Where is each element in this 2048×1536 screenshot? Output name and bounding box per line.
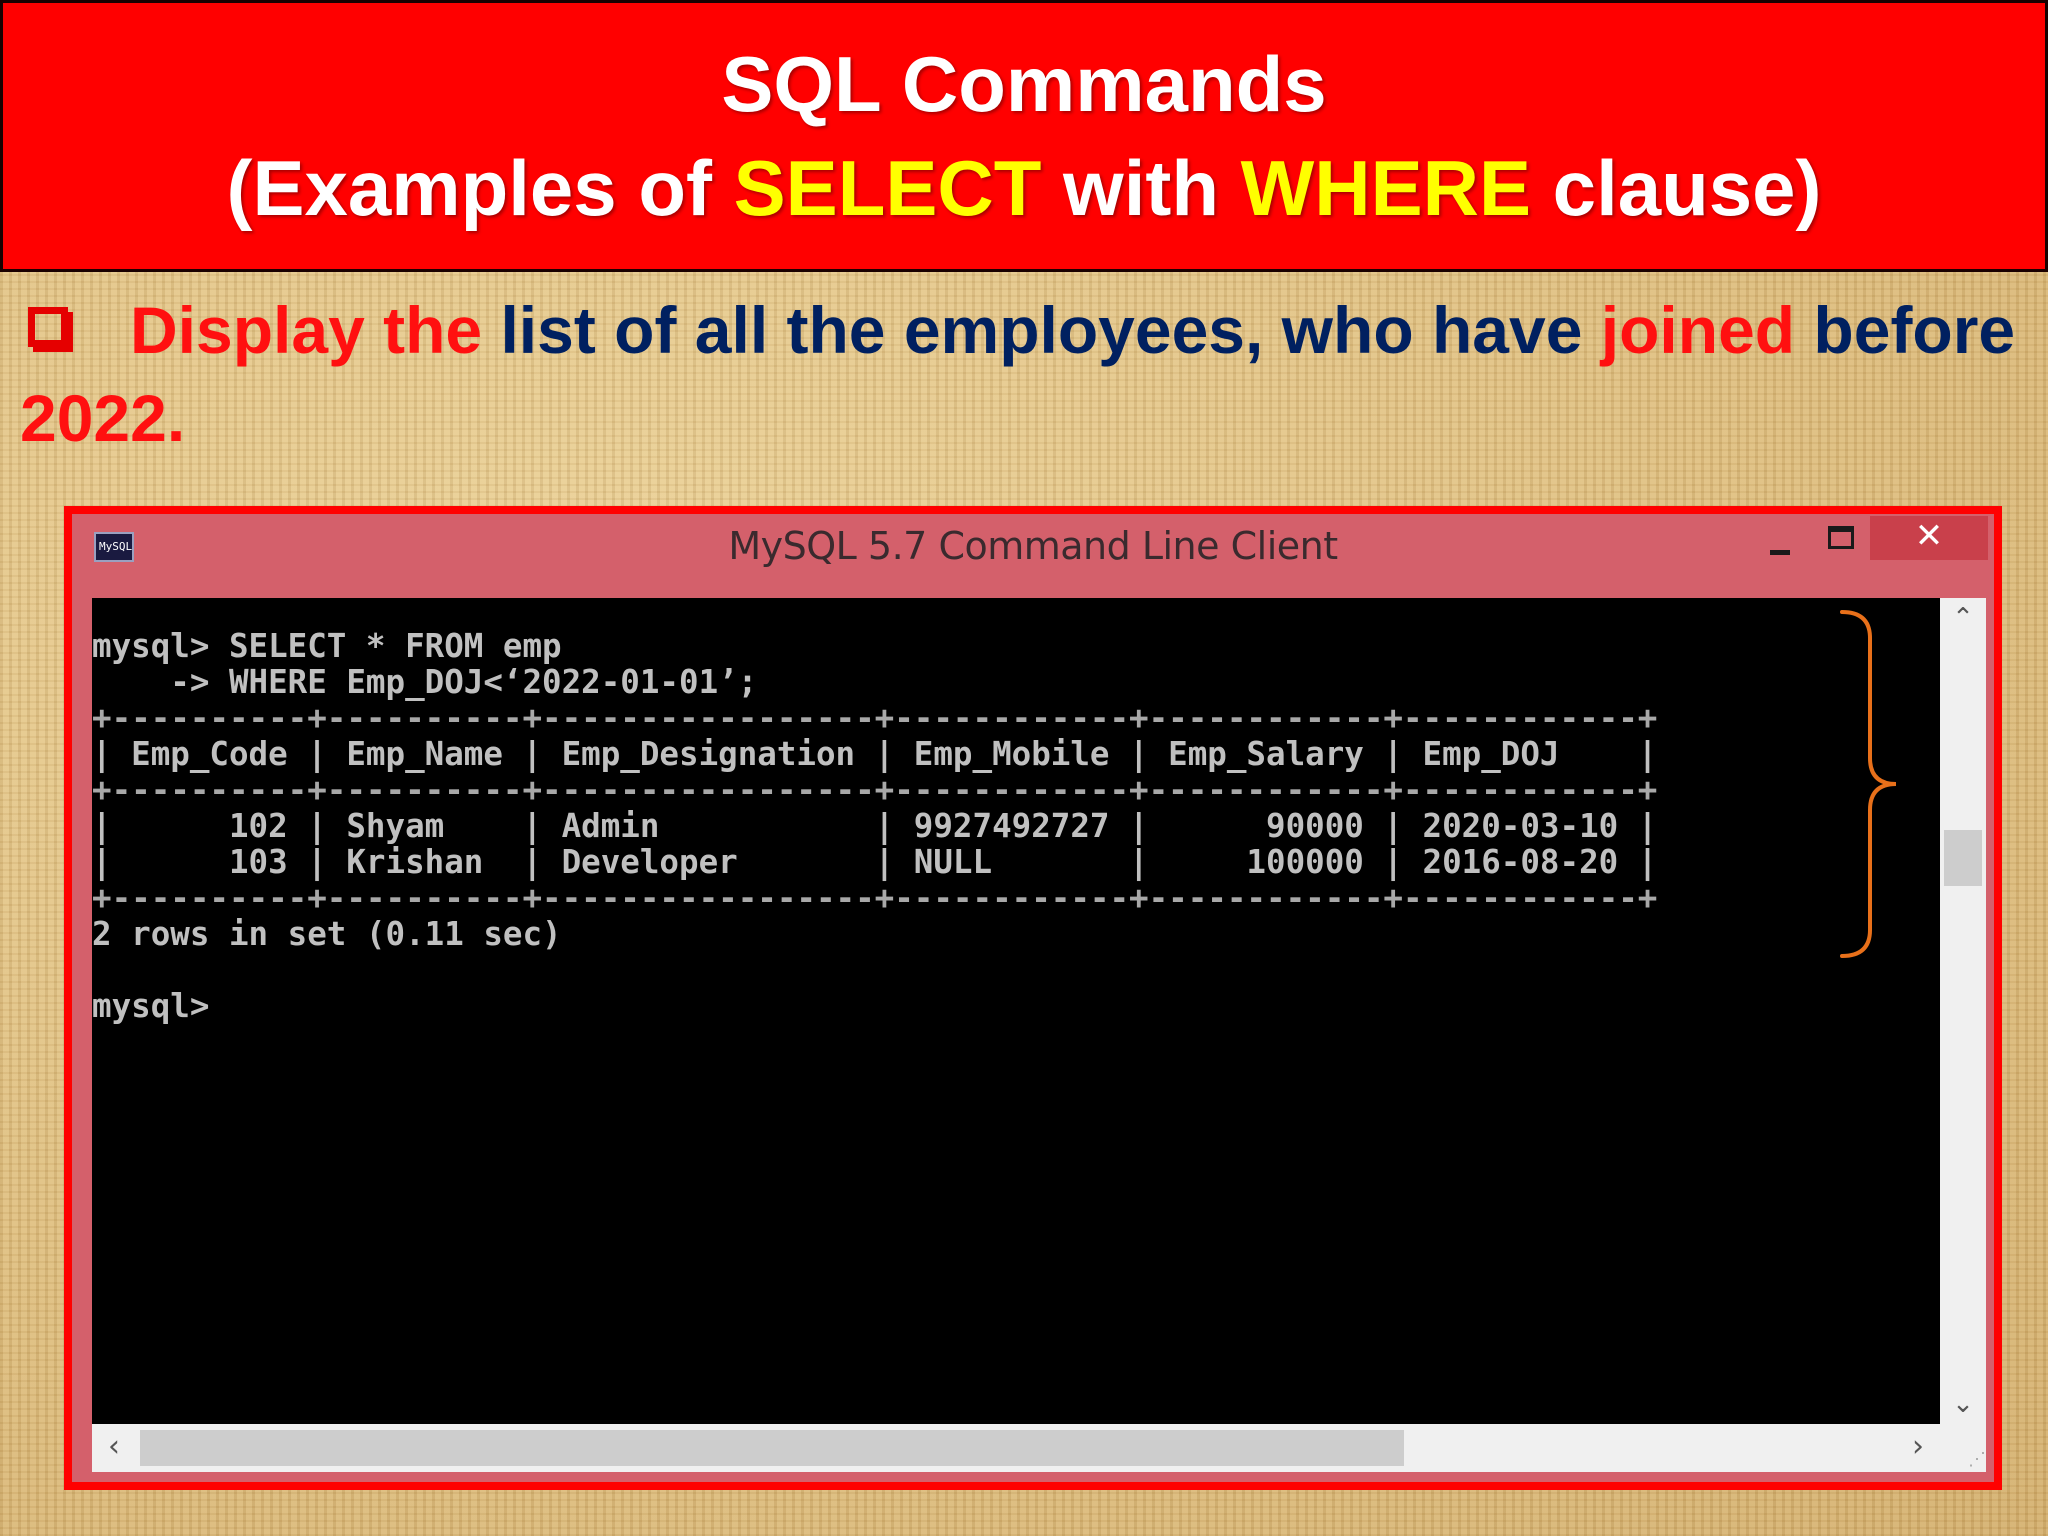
question-text: Display the list of all the employees, w…: [20, 286, 2030, 462]
close-button[interactable]: ✕: [1870, 516, 1988, 560]
vertical-scroll-thumb[interactable]: [1944, 830, 1982, 886]
query-line-1: mysql> SELECT * FROM emp: [92, 627, 562, 665]
table-rule-top: +----------+----------+-----------------…: [92, 699, 1658, 737]
close-icon: ✕: [1914, 516, 1944, 556]
checkbox-bullet-icon: [28, 307, 68, 347]
slide-title: SQL Commands: [721, 32, 1326, 136]
question-part-3: joined: [1600, 293, 1796, 367]
maximize-button[interactable]: [1812, 518, 1868, 558]
table-rule-bottom: +----------+----------+-----------------…: [92, 879, 1658, 917]
slide-subtitle: (Examples of SELECT with WHERE clause): [227, 136, 1822, 240]
table-row: | 103 | Krishan | Developer | NULL | 100…: [92, 843, 1658, 881]
subtitle-suffix: clause): [1531, 144, 1822, 232]
horizontal-scrollbar[interactable]: ‹ ›: [92, 1424, 1940, 1472]
minimize-button[interactable]: [1750, 528, 1806, 568]
scroll-right-arrow-icon[interactable]: ›: [1896, 1424, 1940, 1472]
horizontal-scroll-thumb[interactable]: [140, 1430, 1404, 1466]
query-line-2: -> WHERE Emp_DOJ<‘2022-01-01’;: [92, 663, 758, 701]
brace-path: [1840, 610, 1897, 958]
result-summary: 2 rows in set (0.11 sec): [92, 915, 562, 953]
question-part-4: before: [1795, 293, 2016, 367]
table-row: | 102 | Shyam | Admin | 9927492727 | 900…: [92, 807, 1658, 845]
window-highlight-frame: MySQL MySQL 5.7 Command Line Client ✕ my…: [64, 506, 2002, 1490]
title-line-1: SQL Commands: [721, 40, 1327, 128]
curly-brace-annotation: [1840, 610, 1897, 958]
console-output[interactable]: mysql> SELECT * FROM emp -> WHERE Emp_DO…: [92, 598, 1940, 1424]
table-header: | Emp_Code | Emp_Name | Emp_Designation …: [92, 735, 1658, 773]
scroll-up-arrow-icon[interactable]: ⌃: [1940, 598, 1986, 638]
question-part-2: list of all the employees, who have: [482, 293, 1601, 367]
question-part-5: 2022.: [20, 381, 186, 455]
scroll-down-arrow-icon[interactable]: ⌄: [1940, 1384, 1986, 1424]
window-titlebar[interactable]: MySQL MySQL 5.7 Command Line Client ✕: [72, 514, 1994, 594]
title-banner: SQL Commands (Examples of SELECT with WH…: [0, 0, 2048, 272]
subtitle-prefix: (Examples of: [226, 144, 734, 232]
select-keyword: SELECT: [733, 144, 1042, 232]
scroll-left-arrow-icon[interactable]: ‹: [92, 1424, 136, 1472]
console-text: mysql> SELECT * FROM emp -> WHERE Emp_DO…: [92, 628, 1657, 1024]
resize-grip-icon[interactable]: ⋰: [1940, 1424, 1986, 1472]
vertical-scrollbar[interactable]: ⌃ ⌄: [1940, 598, 1986, 1424]
window-title: MySQL 5.7 Command Line Client: [728, 524, 1338, 568]
subtitle-middle: with: [1041, 144, 1241, 232]
question-part-1: Display the: [130, 293, 483, 367]
mysql-window: MySQL MySQL 5.7 Command Line Client ✕ my…: [72, 514, 1994, 1482]
table-rule-mid: +----------+----------+-----------------…: [92, 771, 1658, 809]
where-keyword: WHERE: [1240, 144, 1532, 232]
mysql-prompt[interactable]: mysql>: [92, 988, 1657, 1024]
